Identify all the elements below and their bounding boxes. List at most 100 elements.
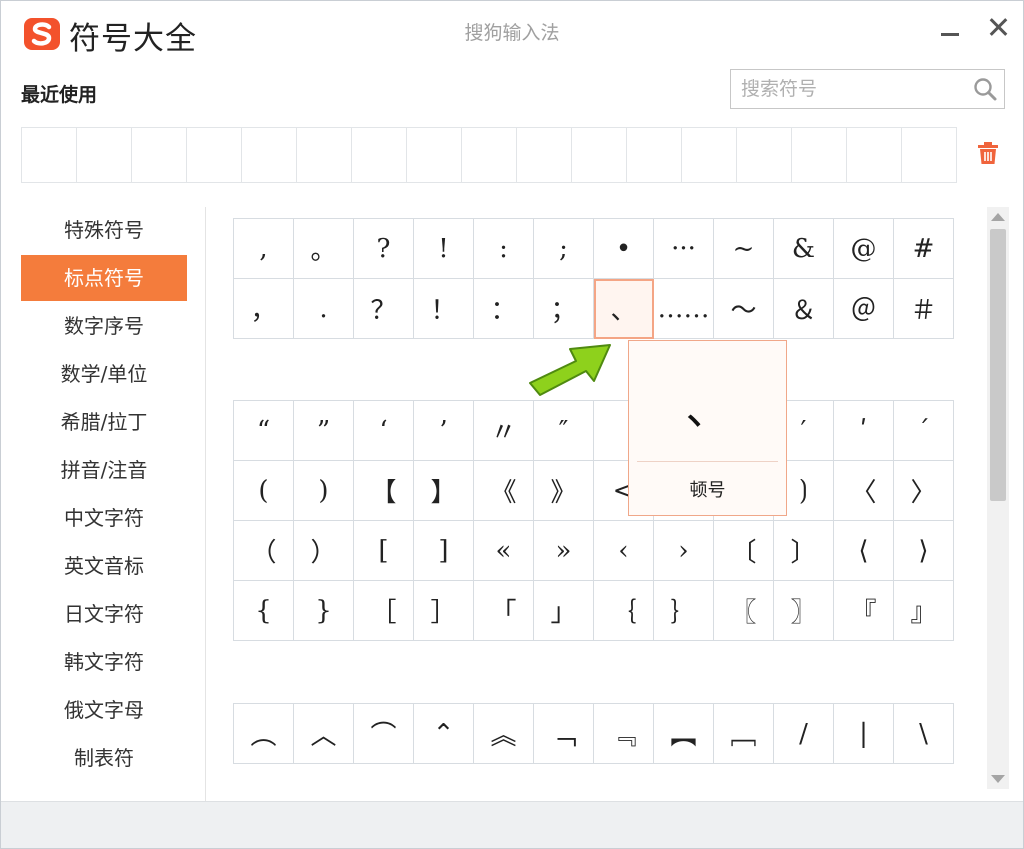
symbol-cell[interactable]: ，: [234, 279, 294, 339]
symbol-cell[interactable]: ⌒: [354, 704, 414, 764]
recent-symbol-slot[interactable]: [22, 128, 77, 183]
sidebar-item-category[interactable]: 中文字符: [21, 495, 187, 541]
symbol-cell[interactable]: ？: [354, 279, 414, 339]
symbol-cell[interactable]: 』: [894, 581, 954, 641]
recent-symbol-slot[interactable]: [847, 128, 902, 183]
recent-symbol-slot[interactable]: [572, 128, 627, 183]
symbol-cell[interactable]: ;: [534, 219, 594, 279]
sidebar-item-category[interactable]: 俄文字母: [21, 687, 187, 733]
symbol-cell[interactable]: 〈: [834, 461, 894, 521]
sidebar-item-category[interactable]: 拼音/注音: [21, 447, 187, 493]
symbol-cell[interactable]: 」: [534, 581, 594, 641]
symbol-cell[interactable]: 》: [534, 461, 594, 521]
symbol-cell[interactable]: }: [294, 581, 354, 641]
symbol-cell[interactable]: 】: [414, 461, 474, 521]
scrollbar[interactable]: [987, 207, 1009, 789]
recent-symbol-slot[interactable]: [132, 128, 187, 183]
recent-symbol-slot[interactable]: [902, 128, 957, 183]
symbol-cell[interactable]: ）: [294, 521, 354, 581]
symbol-cell[interactable]: ″: [534, 401, 594, 461]
sidebar-item-category[interactable]: 希腊/拉丁: [21, 399, 187, 445]
symbol-cell[interactable]: ⟩: [894, 521, 954, 581]
search-input[interactable]: [741, 74, 961, 104]
symbol-cell[interactable]: ‘: [354, 401, 414, 461]
symbol-cell[interactable]: ?: [354, 219, 414, 279]
recent-symbol-slot[interactable]: [627, 128, 682, 183]
symbol-cell[interactable]: ︿: [294, 704, 354, 764]
recent-symbol-slot[interactable]: [352, 128, 407, 183]
symbol-cell[interactable]: ］: [414, 581, 474, 641]
trash-icon[interactable]: [975, 140, 1001, 166]
symbol-cell[interactable]: •: [594, 219, 654, 279]
symbol-cell[interactable]: &: [774, 219, 834, 279]
symbol-cell[interactable]: ……: [654, 279, 714, 339]
symbol-cell[interactable]: ｝: [654, 581, 714, 641]
symbol-cell[interactable]: ⌃: [414, 704, 474, 764]
minimize-button[interactable]: [935, 13, 965, 43]
symbol-cell[interactable]: 。: [294, 219, 354, 279]
recent-symbol-slot[interactable]: [242, 128, 297, 183]
symbol-cell[interactable]: 「: [474, 581, 534, 641]
symbol-cell[interactable]: 〖: [714, 581, 774, 641]
symbol-cell[interactable]: (: [234, 461, 294, 521]
symbol-cell[interactable]: 《: [474, 461, 534, 521]
symbol-cell[interactable]: ｛: [594, 581, 654, 641]
symbol-cell[interactable]: :: [474, 219, 534, 279]
symbol-cell[interactable]: ›: [654, 521, 714, 581]
recent-symbol-slot[interactable]: [297, 128, 352, 183]
recent-symbol-slot[interactable]: [792, 128, 847, 183]
symbol-cell[interactable]: ”: [294, 401, 354, 461]
symbol-cell[interactable]: “: [234, 401, 294, 461]
symbol-cell[interactable]: ⟨: [834, 521, 894, 581]
search-box[interactable]: [730, 69, 1005, 109]
symbol-cell[interactable]: #: [894, 219, 954, 279]
scroll-thumb[interactable]: [990, 229, 1006, 501]
sidebar-item-category[interactable]: 数学/单位: [21, 351, 187, 397]
symbol-cell[interactable]: ︵: [234, 704, 294, 764]
recent-symbol-slot[interactable]: [407, 128, 462, 183]
symbol-cell[interactable]: （: [234, 521, 294, 581]
symbol-cell[interactable]: ＆: [774, 279, 834, 339]
symbol-cell[interactable]: ﹁: [534, 704, 594, 764]
recent-symbol-slot[interactable]: [77, 128, 132, 183]
symbol-cell[interactable]: ʹ: [834, 401, 894, 461]
scroll-down-button[interactable]: [987, 769, 1009, 789]
symbol-cell[interactable]: 『: [834, 581, 894, 641]
symbol-cell[interactable]: {: [234, 581, 294, 641]
symbol-cell[interactable]: ［: [354, 581, 414, 641]
symbol-cell[interactable]: @: [834, 219, 894, 279]
symbol-cell[interactable]: 〔: [714, 521, 774, 581]
symbol-cell[interactable]: [: [354, 521, 414, 581]
recent-symbol-slot[interactable]: [682, 128, 737, 183]
recent-symbol-slot[interactable]: [517, 128, 572, 183]
symbol-cell[interactable]: ＠: [834, 279, 894, 339]
sidebar-item-category[interactable]: 标点符号: [21, 255, 187, 301]
symbol-cell[interactable]: 〗: [774, 581, 834, 641]
symbol-cell[interactable]: ]: [414, 521, 474, 581]
symbol-cell[interactable]: ～: [714, 279, 774, 339]
close-button[interactable]: [983, 13, 1013, 43]
symbol-cell[interactable]: !: [414, 219, 474, 279]
scroll-up-button[interactable]: [987, 207, 1009, 227]
symbol-cell[interactable]: 〃: [474, 401, 534, 461]
symbol-cell[interactable]: «: [474, 521, 534, 581]
symbol-cell[interactable]: ！: [414, 279, 474, 339]
symbol-cell[interactable]: |: [834, 704, 894, 764]
symbol-cell[interactable]: »: [534, 521, 594, 581]
recent-symbol-slot[interactable]: [737, 128, 792, 183]
sidebar-item-category[interactable]: 制表符: [21, 735, 187, 781]
search-icon[interactable]: [972, 76, 998, 102]
sidebar-item-category[interactable]: 英文音标: [21, 543, 187, 589]
sidebar-item-category[interactable]: 韩文字符: [21, 639, 187, 685]
symbol-cell[interactable]: 〕: [774, 521, 834, 581]
recent-symbol-slot[interactable]: [187, 128, 242, 183]
symbol-cell[interactable]: ﹃: [594, 704, 654, 764]
symbol-cell[interactable]: 【: [354, 461, 414, 521]
symbol-cell[interactable]: ︽: [474, 704, 534, 764]
symbol-cell[interactable]: ＃: [894, 279, 954, 339]
recent-symbol-slot[interactable]: [462, 128, 517, 183]
sidebar-item-category[interactable]: 特殊符号: [21, 207, 187, 253]
sidebar-item-category[interactable]: 数字序号: [21, 303, 187, 349]
symbol-cell[interactable]: 、: [594, 279, 654, 339]
symbol-cell[interactable]: \: [894, 704, 954, 764]
